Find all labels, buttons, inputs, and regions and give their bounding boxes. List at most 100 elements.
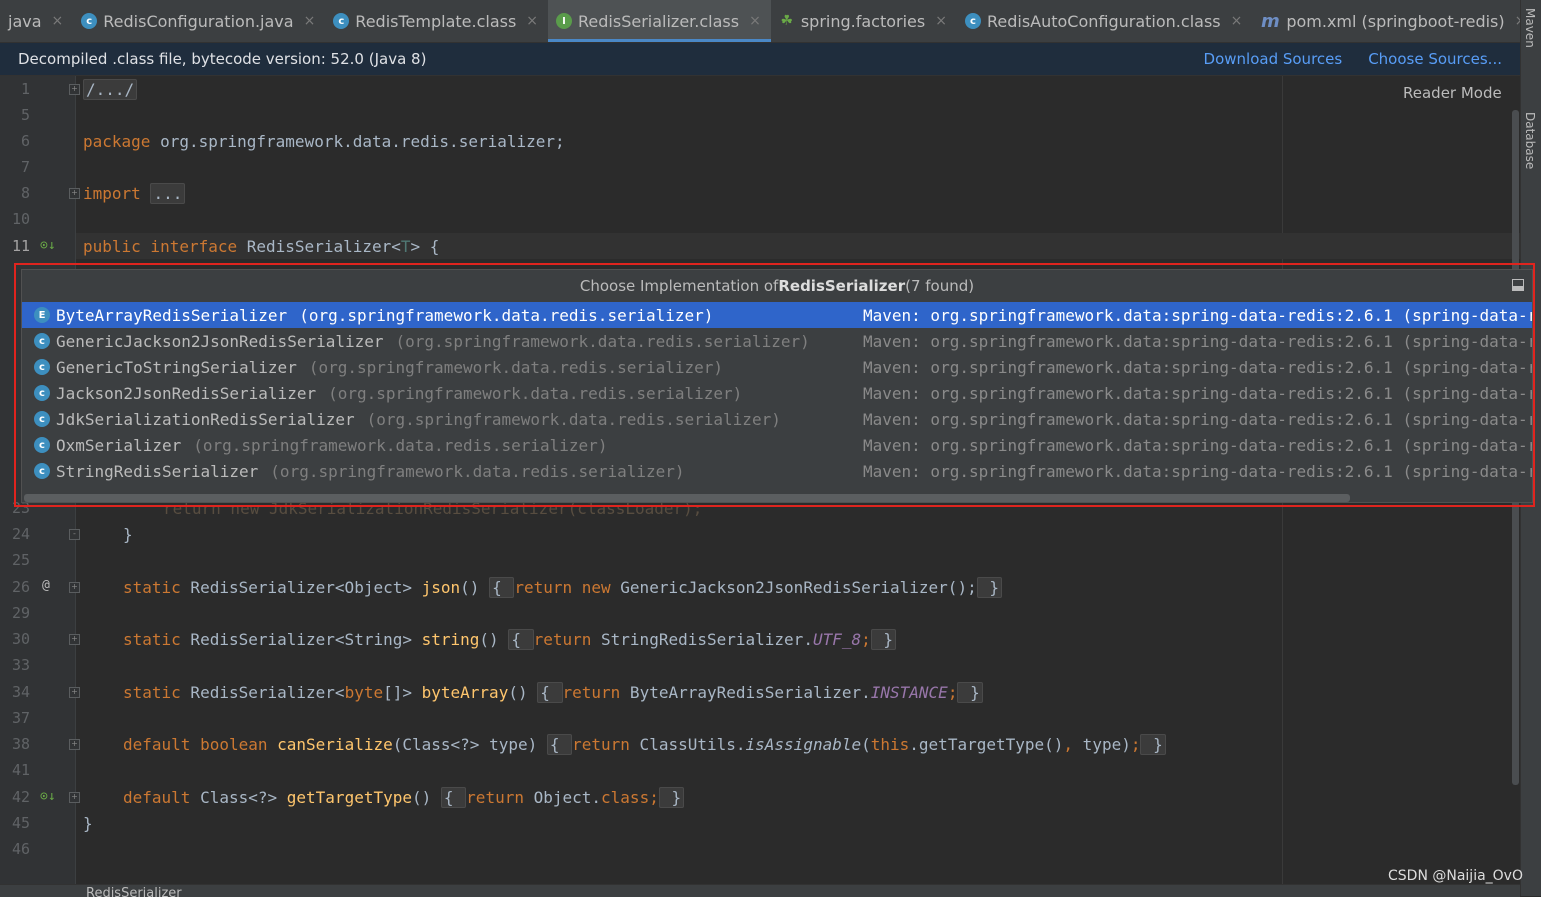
line-number: 26 — [11, 578, 30, 596]
line-number: 42 — [11, 788, 30, 806]
breadcrumb[interactable]: RedisSerializer — [86, 886, 182, 897]
class-icon: c — [34, 333, 50, 349]
tab-label: spring.factories — [800, 11, 926, 31]
line-number: 46 — [11, 840, 30, 858]
implementation-package: (org.springframework.data.redis.serializ… — [366, 409, 781, 429]
tab-4[interactable]: ☘ spring.factories × — [771, 0, 957, 42]
horizontal-scrollbar[interactable] — [24, 494, 1350, 502]
banner-message: Decompiled .class file, bytecode version… — [18, 50, 427, 68]
line-number: 41 — [11, 761, 30, 779]
class-icon: c — [34, 463, 50, 479]
line-number: 38 — [11, 735, 30, 753]
code-line-42: default Class<?> getTargetType() { retur… — [123, 787, 685, 808]
code-line-26: static RedisSerializer<Object> json() { … — [123, 577, 1002, 598]
line-number: 1 — [20, 80, 30, 98]
code-line-38: default boolean canSerialize(Class<?> ty… — [123, 734, 1166, 755]
decompiled-banner: Decompiled .class file, bytecode version… — [0, 43, 1520, 76]
tab-label: RedisSerializer.class — [578, 11, 740, 31]
download-sources-link[interactable]: Download Sources — [1204, 50, 1343, 68]
implementation-package: (org.springframework.data.redis.serializ… — [193, 435, 608, 455]
line-number: 37 — [11, 709, 30, 727]
implementation-item[interactable]: c GenericToStringSerializer (org.springfra… — [22, 354, 1532, 380]
close-icon[interactable]: × — [935, 13, 947, 29]
line-number: 10 — [11, 210, 30, 228]
line-number: 29 — [11, 604, 30, 622]
class-file-icon: c — [81, 13, 98, 29]
pin-window-icon[interactable] — [1512, 279, 1524, 291]
line-number: 30 — [11, 630, 30, 648]
implementation-item[interactable]: c StringRedisSerializer (org.springframewo… — [22, 458, 1532, 484]
line-number: 45 — [11, 814, 30, 832]
implementation-name: StringRedisSerializer — [56, 461, 259, 481]
close-icon[interactable]: × — [52, 13, 64, 29]
popup-title: Choose Implementation of RedisSerializer… — [22, 270, 1532, 302]
tab-6[interactable]: mpom.xml (springboot-redis)× — [1252, 0, 1520, 42]
implementation-package: (org.springframework.data.redis.serializ… — [270, 461, 685, 481]
tab-label: java — [8, 11, 42, 31]
implementation-name: ByteArrayRedisSerializer — [56, 305, 288, 325]
tab-label: RedisTemplate.class — [355, 11, 517, 31]
implementation-name: Jackson2JsonRedisSerializer — [56, 383, 317, 403]
line-number: 25 — [11, 551, 30, 569]
close-icon[interactable]: × — [526, 13, 538, 29]
code-line-30: static RedisSerializer<String> string() … — [123, 629, 897, 650]
line-number: 33 — [11, 656, 30, 674]
code-line-34: static RedisSerializer<byte[]> byteArray… — [123, 682, 983, 703]
implemented-gutter-icon[interactable]: ⊙↓ — [40, 238, 56, 253]
implementation-name: OxmSerializer — [56, 435, 182, 455]
implementation-source: Maven: org.springframework.data:spring-d… — [863, 331, 1533, 351]
implemented-gutter-icon[interactable]: ⊙↓ — [40, 789, 56, 804]
spring-leaf-icon: ☘ — [780, 13, 794, 29]
implementation-item[interactable]: c GenericJackson2JsonRedisSerializer (org.… — [22, 328, 1532, 354]
implementation-package: (org.springframework.data.redis.serializ… — [395, 331, 810, 351]
implementation-name: JdkSerializationRedisSerializer — [56, 409, 355, 429]
implementation-source: Maven: org.springframework.data:spring-d… — [863, 461, 1533, 481]
line-number: 5 — [20, 106, 30, 124]
line-number: 34 — [11, 683, 30, 701]
code-line-1: /.../ — [83, 79, 138, 100]
tab-label: RedisAutoConfiguration.class — [986, 11, 1221, 31]
database-tool-button[interactable]: Database — [1523, 112, 1537, 169]
line-number: 6 — [20, 132, 30, 150]
implementation-name: GenericJackson2JsonRedisSerializer — [56, 331, 384, 351]
code-line-8: import ... — [83, 183, 186, 204]
line-number: 11 — [11, 237, 30, 255]
annotation-gutter-icon: @ — [42, 578, 50, 593]
tab-label: RedisConfiguration.java — [103, 11, 294, 31]
implementation-list: E ByteArrayRedisSerializer (org.springfram… — [22, 302, 1532, 484]
watermark: CSDN @Naijia_OvO — [1388, 868, 1523, 884]
line-number: 24 — [11, 525, 30, 543]
tab-0[interactable]: java × — [0, 0, 73, 42]
implementation-item[interactable]: c OxmSerializer (org.springframework.data.… — [22, 432, 1532, 458]
close-icon[interactable]: × — [749, 13, 761, 29]
implementation-item[interactable]: E ByteArrayRedisSerializer (org.springfram… — [22, 302, 1532, 328]
tab-2[interactable]: c RedisTemplate.class × — [325, 0, 548, 42]
implementation-item[interactable]: c JdkSerializationRedisSerializer (org.spr… — [22, 406, 1532, 432]
status-bar: RedisSerializer — [0, 884, 1520, 897]
editor-tabs: java × c RedisConfiguration.java × c RedisTemp… — [0, 0, 1520, 43]
implementation-item[interactable]: c Jackson2JsonRedisSerializer (org.springf… — [22, 380, 1532, 406]
enum-icon: E — [34, 307, 50, 323]
code-line-6: package org.springframework.data.redis.s… — [83, 132, 565, 151]
interface-file-icon: I — [556, 13, 573, 29]
class-icon: c — [34, 359, 50, 375]
choose-sources-link[interactable]: Choose Sources... — [1368, 50, 1502, 68]
tab-1[interactable]: c RedisConfiguration.java × — [73, 0, 325, 42]
implementation-source: Maven: org.springframework.data:spring-d… — [863, 435, 1533, 455]
maven-file-icon: m — [1260, 10, 1280, 32]
close-icon[interactable]: × — [304, 13, 316, 29]
line-number: 8 — [20, 184, 30, 202]
choose-implementation-popup: Choose Implementation of RedisSerializer… — [21, 269, 1533, 503]
class-file-icon: c — [333, 13, 350, 29]
implementation-package: (org.springframework.data.redis.serializ… — [308, 357, 724, 377]
code-line-45: } — [83, 814, 93, 833]
maven-tool-button[interactable]: Maven — [1523, 8, 1537, 48]
implementation-package: (org.springframework.data.redis.serializ… — [299, 305, 714, 325]
close-icon[interactable]: × — [1231, 13, 1243, 29]
class-icon: c — [34, 385, 50, 401]
tab-3[interactable]: I RedisSerializer.class × — [548, 0, 771, 42]
reader-mode-button[interactable]: Reader Mode — [1403, 84, 1502, 102]
line-number: 7 — [20, 158, 30, 176]
tab-5[interactable]: c RedisAutoConfiguration.class × — [957, 0, 1252, 42]
class-icon: c — [34, 437, 50, 453]
